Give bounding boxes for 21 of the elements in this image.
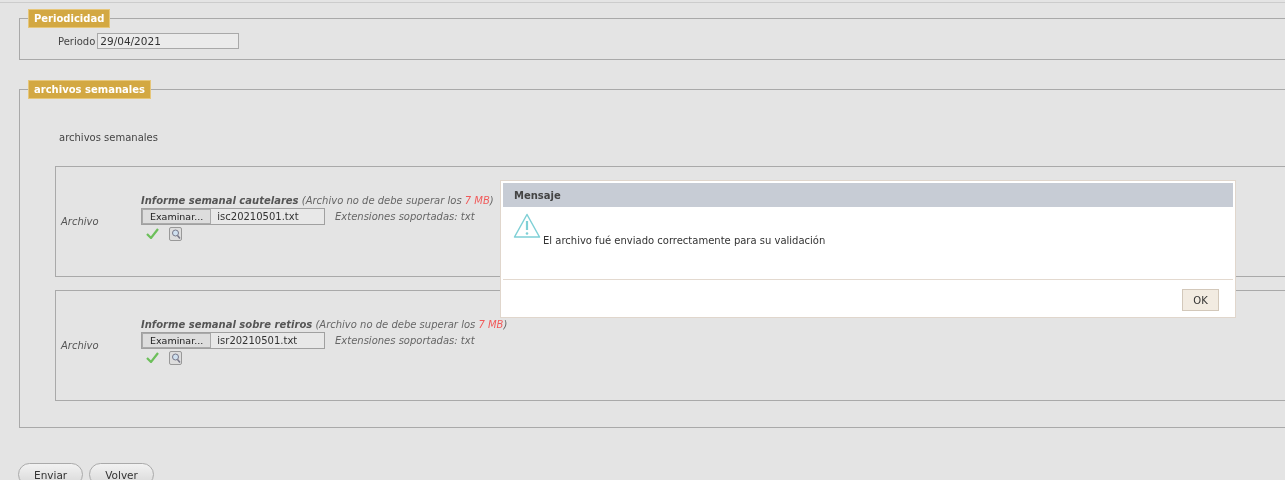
- file-title: Informe semanal sobre retiros (Archivo no de debe superar los 7 MB): [141, 318, 508, 330]
- submit-button[interactable]: Enviar: [18, 463, 84, 480]
- magnifier-icon[interactable]: [169, 350, 182, 365]
- file-input[interactable]: Examinar... isc20210501.txt: [141, 207, 325, 225]
- section-legend: archivos semanales: [28, 80, 151, 99]
- dialog-title: Mensaje: [503, 183, 1233, 207]
- periodo-label: Periodo: [58, 35, 96, 47]
- file-title: Informe semanal cautelares (Archivo no de debe superar los 7 MB): [141, 194, 494, 206]
- back-button[interactable]: Volver: [89, 463, 154, 480]
- extensions-note: Extensiones soportadas: txt: [335, 210, 475, 222]
- extensions-note: Extensiones soportadas: txt: [335, 334, 475, 346]
- field-label: Archivo: [59, 216, 100, 227]
- section-description: archivos semanales: [58, 131, 159, 143]
- file-input[interactable]: Examinar... isr20210501.txt: [141, 331, 325, 349]
- section-legend: Periodicidad: [28, 9, 111, 28]
- periodo-field[interactable]: 29/04/2021: [97, 33, 240, 49]
- magnifier-icon[interactable]: [169, 226, 182, 241]
- dialog-message: El archivo fué enviado correctamente para su validación: [543, 235, 826, 246]
- warning-icon: [513, 213, 541, 239]
- ok-button[interactable]: OK: [1182, 289, 1219, 311]
- field-label: Archivo: [59, 340, 100, 351]
